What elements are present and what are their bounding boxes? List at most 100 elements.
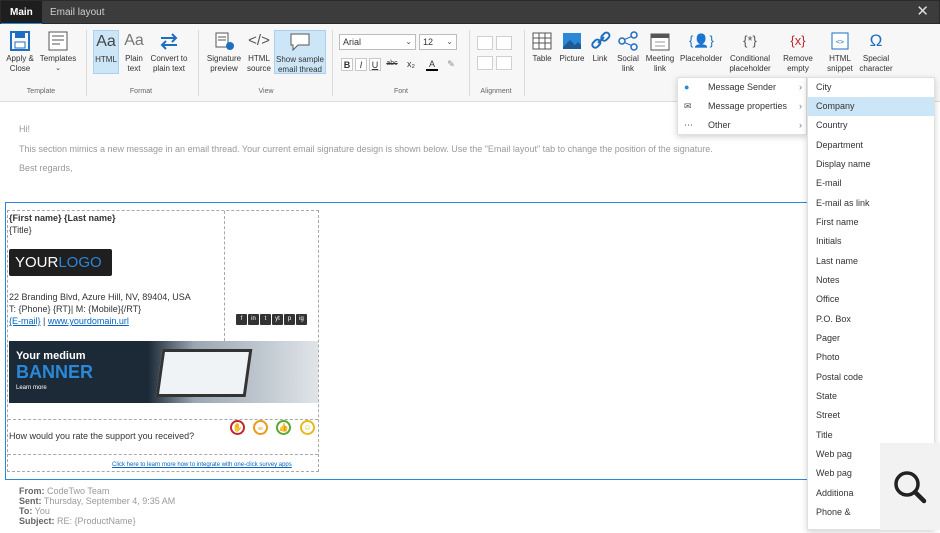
- group-divider: [469, 30, 470, 96]
- row-divider: [8, 454, 318, 455]
- submenu-item-department[interactable]: Department: [808, 136, 934, 155]
- submenu-item-email-as-link[interactable]: E-mail as link: [808, 194, 934, 213]
- rating-ok-icon[interactable]: ☕: [253, 420, 268, 435]
- link-icon: [591, 31, 611, 49]
- submenu-item-photo[interactable]: Photo: [808, 348, 934, 367]
- clear-format-button[interactable]: ✎: [445, 58, 457, 71]
- picture-icon: [563, 33, 581, 49]
- placeholder-label: Placeholder: [680, 54, 723, 63]
- font-name-value: Arial: [343, 37, 362, 47]
- remove-empty-button[interactable]: {x} Remove empty: [782, 30, 814, 74]
- menu-item-message-properties[interactable]: ✉ Message properties ›: [678, 97, 808, 116]
- submenu-item-postal-code[interactable]: Postal code: [808, 368, 934, 387]
- apply-close-button[interactable]: Apply & Close: [4, 30, 36, 74]
- pinterest-icon[interactable]: p: [284, 314, 295, 325]
- font-size-select[interactable]: 12 ⌄: [419, 34, 457, 50]
- facebook-icon[interactable]: f: [236, 314, 247, 325]
- html-source-button[interactable]: </> HTML source: [245, 30, 273, 74]
- underline-button[interactable]: U: [369, 58, 381, 71]
- plain-text-button[interactable]: Aa Plain text: [122, 30, 146, 74]
- align-justify-button[interactable]: [496, 56, 512, 70]
- menu-item-message-sender[interactable]: ● Message Sender ›: [678, 78, 808, 97]
- banner-image[interactable]: Your medium BANNER Learn more: [9, 341, 318, 403]
- italic-button[interactable]: I: [355, 58, 367, 71]
- group-label-view: View: [258, 88, 274, 95]
- submenu-item-country[interactable]: Country: [808, 116, 934, 135]
- instagram-icon[interactable]: ig: [296, 314, 307, 325]
- zoom-button[interactable]: [880, 443, 940, 530]
- youtube-icon[interactable]: yt: [272, 314, 283, 325]
- menu-item-other[interactable]: ⋯ Other ›: [678, 116, 808, 135]
- html-snippet-button[interactable]: <> HTML snippet: [824, 30, 856, 74]
- placeholder-button[interactable]: {👤} Placeholder: [680, 30, 722, 64]
- share-icon: [618, 31, 638, 51]
- menu-item-label: Other: [708, 120, 731, 130]
- templates-icon: [48, 31, 68, 51]
- sig-title: {Title}: [9, 225, 32, 235]
- special-character-button[interactable]: Ω Special character: [858, 30, 894, 74]
- templates-button[interactable]: Templates ⌄: [39, 30, 77, 74]
- meeting-link-label: link: [653, 64, 666, 73]
- submenu-item-notes[interactable]: Notes: [808, 271, 934, 290]
- align-right-button[interactable]: [477, 56, 493, 70]
- social-icons: f in t yt p ig: [236, 312, 308, 325]
- social-link-button[interactable]: Social link: [615, 30, 641, 74]
- meeting-link-button[interactable]: Meeting link: [645, 30, 675, 74]
- strikethrough-button[interactable]: abc: [386, 58, 398, 71]
- group-label-template: Template: [26, 88, 56, 95]
- submenu-item-display-name[interactable]: Display name: [808, 155, 934, 174]
- submenu-item-pager[interactable]: Pager: [808, 329, 934, 348]
- subscript-button[interactable]: x₂: [405, 58, 417, 71]
- survey-link[interactable]: Click here to learn more how to integrat…: [112, 462, 292, 468]
- twitter-icon[interactable]: t: [260, 314, 271, 325]
- email-link[interactable]: {E-mail}: [9, 316, 41, 326]
- sent-label: Sent:: [19, 496, 42, 506]
- rating-good-icon[interactable]: 👍: [276, 420, 291, 435]
- font-color-button[interactable]: A: [426, 58, 438, 71]
- subject-value: RE: {ProductName}: [57, 516, 136, 526]
- group-divider: [198, 30, 199, 96]
- submenu-item-city[interactable]: City: [808, 78, 934, 97]
- chat-bubble-icon: [290, 33, 310, 52]
- plain-label: Plain: [125, 54, 143, 63]
- conditional-placeholder-button[interactable]: {*} Conditional placeholder: [727, 30, 773, 74]
- submenu-item-email[interactable]: E-mail: [808, 174, 934, 193]
- link-button[interactable]: Link: [589, 30, 611, 64]
- tab-email-layout[interactable]: Email layout: [41, 1, 113, 25]
- submenu-item-office[interactable]: Office: [808, 290, 934, 309]
- submenu-item-street[interactable]: Street: [808, 406, 934, 425]
- close-icon[interactable]: ✕: [916, 4, 929, 20]
- code-icon: </>: [248, 32, 270, 49]
- rating-bad-icon[interactable]: ✋: [230, 420, 245, 435]
- group-label-format: Format: [129, 88, 153, 95]
- font-size-value: 12: [423, 37, 434, 47]
- html-snippet-label-2: snippet: [827, 64, 853, 73]
- submenu-item-state[interactable]: State: [808, 387, 934, 406]
- submenu-item-po-box[interactable]: P.O. Box: [808, 310, 934, 329]
- submenu-item-first-name[interactable]: First name: [808, 213, 934, 232]
- bold-button[interactable]: B: [341, 58, 353, 71]
- signature-block[interactable]: {First name} {Last name} {Title} YOURLOG…: [7, 210, 319, 472]
- website-link[interactable]: www.yourdomain.url: [48, 316, 129, 326]
- font-name-select[interactable]: Arial ⌄: [339, 34, 416, 50]
- align-center-button[interactable]: [496, 36, 512, 50]
- table-button[interactable]: Table: [530, 30, 554, 64]
- signature-preview-button[interactable]: Signature preview: [206, 30, 242, 74]
- html-format-button[interactable]: Aa HTML: [93, 30, 119, 74]
- submenu-item-initials[interactable]: Initials: [808, 232, 934, 251]
- linkedin-icon[interactable]: in: [248, 314, 259, 325]
- to-value: You: [34, 506, 50, 516]
- submenu-item-company[interactable]: Company: [808, 97, 934, 116]
- greeting-text: Hi!: [19, 124, 30, 134]
- show-sample-thread-button[interactable]: Show sample email thread: [274, 30, 326, 74]
- tab-main[interactable]: Main: [1, 1, 42, 25]
- body-text: This section mimics a new message in an …: [19, 144, 713, 154]
- align-left-button[interactable]: [477, 36, 493, 50]
- picture-button[interactable]: Picture: [558, 30, 586, 64]
- column-divider: [224, 211, 225, 341]
- convert-plain-button[interactable]: Convert to plain text: [149, 30, 189, 74]
- submenu-item-last-name[interactable]: Last name: [808, 252, 934, 271]
- menu-item-label: Message Sender: [708, 82, 777, 92]
- convert-label-2: plain text: [152, 64, 186, 73]
- rating-excellent-icon[interactable]: ☺: [300, 420, 315, 435]
